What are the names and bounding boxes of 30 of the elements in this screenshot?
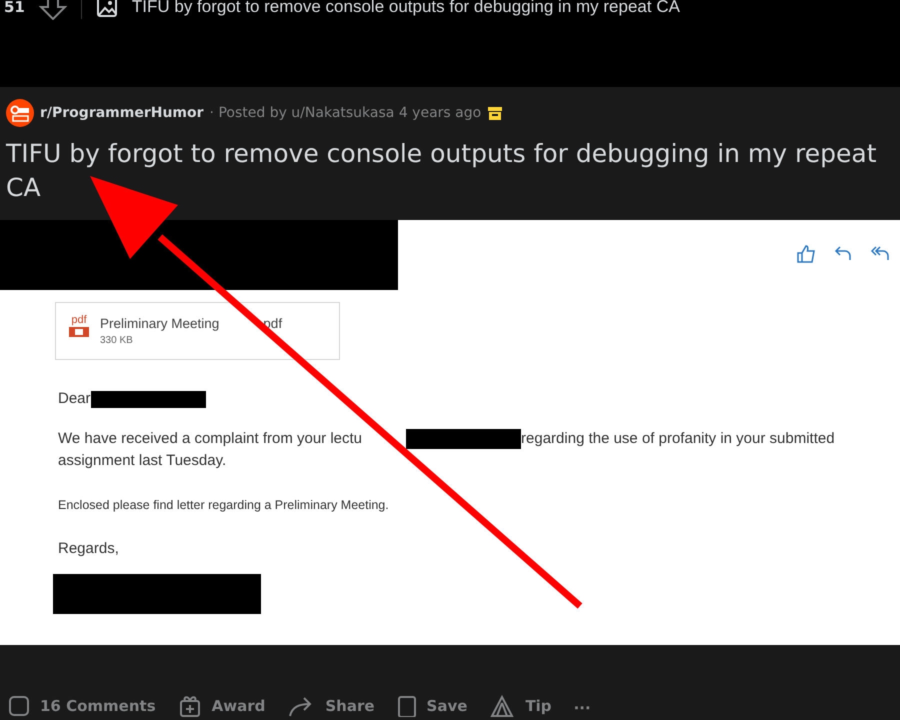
save-button[interactable]: Save [396,695,468,717]
reply-icon[interactable] [834,244,852,262]
comment-icon [8,695,30,717]
attachment-size: 330 KB [100,335,134,346]
body-text: regarding the use of profanity in your submitted [521,429,835,449]
body-text: Enclosed please find letter regarding a Preliminary Meeting. [58,497,390,514]
archive-icon [487,105,504,121]
downvote-icon[interactable] [38,0,67,20]
bookmark-icon [396,695,417,717]
post-title: TIFU by forgot to remove console outputs for debugging in my repeat CA [6,138,878,204]
reply-all-icon[interactable] [870,244,890,262]
closing-text: Regards, [58,539,120,559]
triangle-icon [489,695,516,717]
award-button[interactable]: Award [178,695,266,717]
post-title[interactable]: TIFU by forgot to remove console outputs for debugging in my repeat CA [132,0,680,17]
more-button[interactable]: ··· [574,699,591,717]
subreddit-link[interactable]: r/ProgrammerHumor [40,105,204,121]
greeting-text: Dear [58,390,91,407]
attachment-name: Preliminary Meeting [100,316,220,331]
share-button[interactable]: Share [287,695,375,717]
subreddit-icon[interactable] [6,99,34,127]
body-text: We have received a complaint from your lectu [58,429,362,449]
thumbs-up-icon[interactable] [796,244,816,264]
comments-button[interactable]: 16 Comments [8,695,156,717]
gift-icon [178,695,202,717]
post-meta: · Posted by u/Nakatsukasa 4 years ago [210,105,482,121]
image-icon [96,0,118,18]
tip-button[interactable]: Tip [489,695,552,717]
vote-count: 51 [4,0,25,16]
body-text: assignment last Tuesday. [58,451,228,471]
